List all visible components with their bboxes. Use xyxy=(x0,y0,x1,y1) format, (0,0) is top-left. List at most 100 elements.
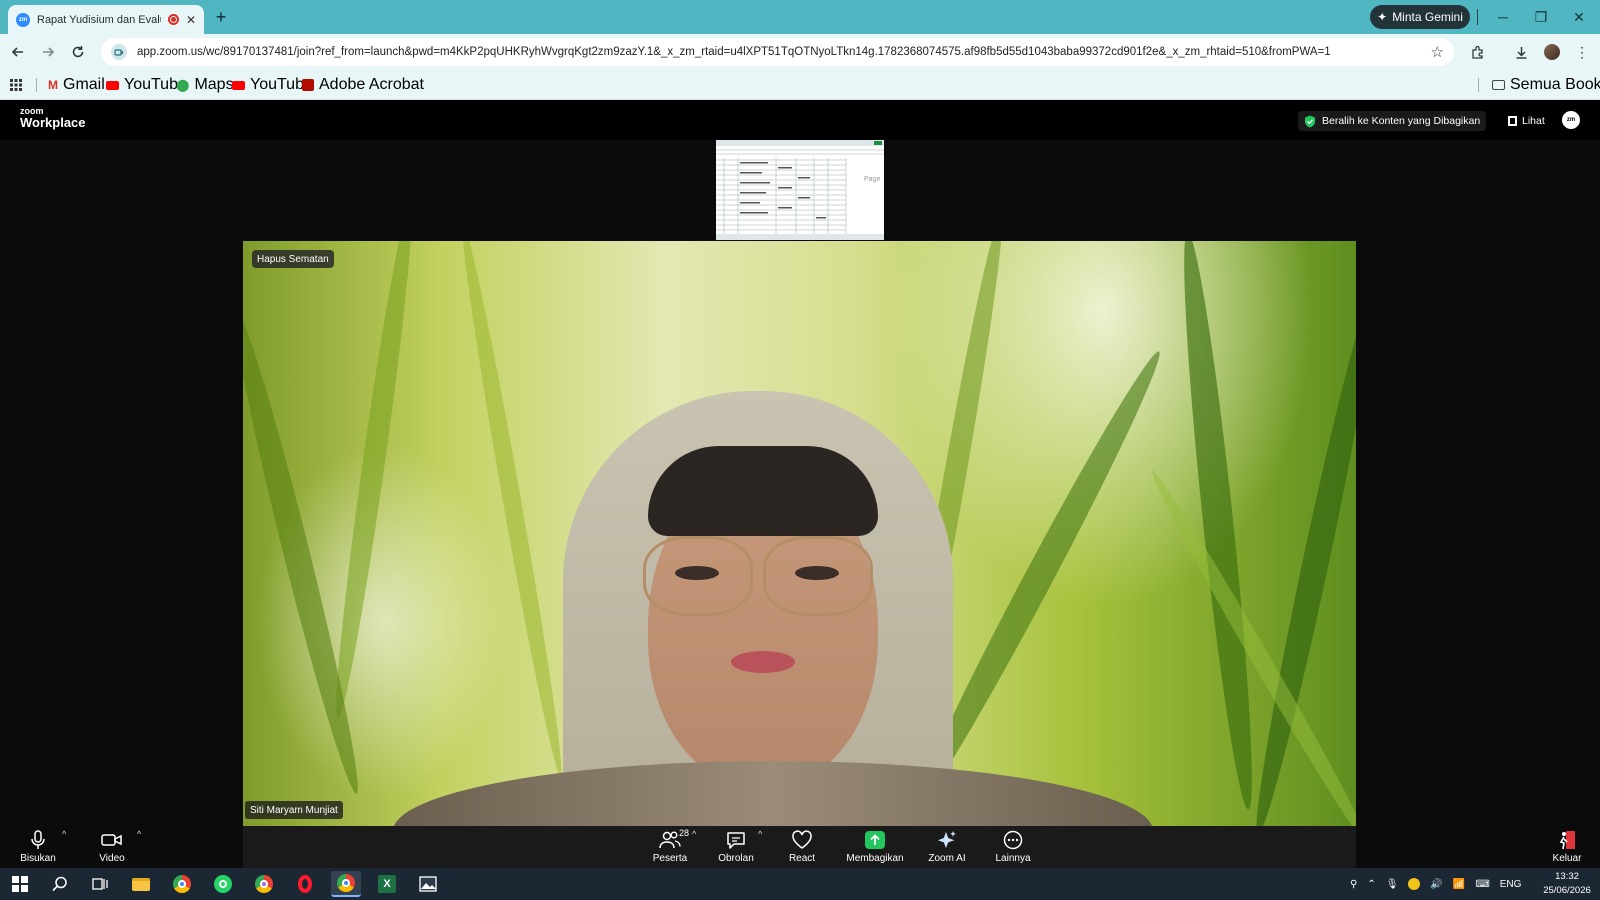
bookmark-youtube-2[interactable]: YouTube xyxy=(232,76,313,94)
participant-video[interactable] xyxy=(243,241,1356,826)
participant-name-label: Siti Maryam Munjiat xyxy=(245,801,343,819)
chrome-profile-icon[interactable] xyxy=(249,871,279,897)
youtube-icon xyxy=(106,80,119,90)
video-options-caret[interactable]: ^ xyxy=(137,829,141,839)
participant-count: 28 xyxy=(679,828,690,838)
security-tray-icon[interactable] xyxy=(1408,878,1421,890)
chrome-active-icon[interactable] xyxy=(331,871,361,897)
video-label: Video xyxy=(99,853,125,864)
taskbar-clock[interactable]: 13:32 25/06/2026 xyxy=(1538,870,1596,898)
unpin-button[interactable]: Hapus Sematan xyxy=(252,250,334,268)
bookmark-adobe-acrobat[interactable]: Adobe Acrobat xyxy=(302,76,424,94)
thumbnail-page-text: Page xyxy=(864,176,881,183)
whatsapp-icon[interactable] xyxy=(208,871,238,897)
leave-door-icon xyxy=(1559,831,1575,850)
bookmark-maps[interactable]: ⬤ Maps xyxy=(176,76,234,94)
forward-button[interactable] xyxy=(36,40,60,64)
window-close-icon[interactable]: ✕ xyxy=(1562,4,1596,30)
tab-strip-divider xyxy=(1477,9,1478,25)
gemini-label: Minta Gemini xyxy=(1392,10,1463,24)
zoom-account-avatar[interactable]: zm xyxy=(1562,111,1580,129)
chat-button[interactable]: Obrolan xyxy=(710,826,762,868)
profile-avatar[interactable] xyxy=(1540,40,1564,64)
more-dots-icon xyxy=(1003,830,1023,850)
keyboard-icon[interactable]: ⌨ xyxy=(1475,879,1489,890)
shared-screen-thumbnail[interactable]: Page xyxy=(716,140,884,240)
share-screen-icon xyxy=(865,831,885,849)
folder-icon xyxy=(1492,80,1505,90)
leave-button[interactable]: Keluar xyxy=(1544,826,1590,868)
new-tab-button[interactable]: + xyxy=(210,6,232,28)
tab-close-icon[interactable]: ✕ xyxy=(186,13,196,27)
microphone-icon xyxy=(31,830,45,849)
participants-icon xyxy=(659,831,681,849)
zoom-ai-button[interactable]: Zoom AI xyxy=(922,826,972,868)
excel-icon[interactable]: X xyxy=(372,871,402,897)
file-explorer-icon[interactable] xyxy=(126,871,156,897)
address-bar[interactable]: app.zoom.us/wc/89170137481/join?ref_from… xyxy=(101,38,1454,66)
share-button[interactable]: Membagikan xyxy=(842,826,908,868)
camera-icon xyxy=(101,834,122,846)
audio-options-caret[interactable]: ^ xyxy=(62,829,66,839)
browser-tab[interactable]: zm Rapat Yudisium dan Evaluasi ✕ xyxy=(8,5,204,34)
reload-button[interactable] xyxy=(66,40,90,64)
view-button[interactable]: Lihat xyxy=(1508,111,1545,131)
clock-date: 25/06/2026 xyxy=(1543,885,1591,896)
all-bookmarks-button[interactable]: Semua Bookmark xyxy=(1492,76,1600,94)
show-hidden-icons-icon[interactable]: ⌃ xyxy=(1367,879,1375,890)
task-view-icon[interactable] xyxy=(85,871,115,897)
mute-label: Bisukan xyxy=(20,853,56,864)
minimize-icon[interactable]: ─ xyxy=(1486,4,1520,30)
accessibility-icon[interactable]: ⚲ xyxy=(1350,879,1357,890)
language-indicator[interactable]: ENG xyxy=(1500,879,1522,890)
bookmark-label: Adobe Acrobat xyxy=(319,76,424,93)
react-button[interactable]: React xyxy=(778,826,826,868)
apps-grid-icon[interactable] xyxy=(10,76,22,94)
back-button[interactable] xyxy=(6,40,30,64)
gemini-sparkle-icon: ✦ xyxy=(1377,10,1388,24)
react-label: React xyxy=(788,853,816,864)
volume-icon[interactable]: 🔊 xyxy=(1430,879,1442,890)
bookmarks-divider xyxy=(1478,78,1479,92)
view-grid-icon xyxy=(1508,116,1517,126)
chat-label: Obrolan xyxy=(718,853,754,864)
share-label: Membagikan xyxy=(846,853,904,864)
zoom-workplace-logo: zoom Workplace xyxy=(20,107,86,130)
browser-menu-icon[interactable]: ⋮ xyxy=(1570,40,1594,64)
url-text: app.zoom.us/wc/89170137481/join?ref_from… xyxy=(137,46,1331,58)
switch-to-shared-content-button[interactable]: Beralih ke Konten yang Dibagikan xyxy=(1298,111,1487,131)
logo-bottom: Workplace xyxy=(20,115,86,130)
bookmark-youtube[interactable]: YouTube xyxy=(106,76,187,94)
all-bookmarks-label: Semua Bookmark xyxy=(1510,76,1600,93)
clock-time: 13:32 xyxy=(1555,871,1579,882)
mute-button[interactable]: Bisukan xyxy=(14,826,62,868)
chrome-icon[interactable] xyxy=(167,871,197,897)
opera-icon[interactable] xyxy=(290,871,320,897)
youtube-icon xyxy=(232,80,245,90)
search-icon[interactable] xyxy=(45,871,75,897)
chat-bubble-icon xyxy=(727,832,745,849)
participants-label: Peserta xyxy=(652,853,688,864)
download-icon[interactable] xyxy=(1509,40,1533,64)
chat-options-caret[interactable]: ^ xyxy=(758,829,762,839)
restore-icon[interactable]: ❐ xyxy=(1524,4,1558,30)
shield-check-icon xyxy=(1304,115,1316,128)
bookmark-gmail[interactable]: M Gmail xyxy=(48,76,105,94)
photos-icon[interactable] xyxy=(413,871,443,897)
extensions-icon[interactable] xyxy=(1465,40,1489,64)
video-button[interactable]: Video xyxy=(88,826,136,868)
gmail-icon: M xyxy=(48,78,58,92)
site-info-icon[interactable] xyxy=(111,44,127,60)
participants-options-caret[interactable]: ^ xyxy=(692,829,696,839)
view-label: Lihat xyxy=(1522,115,1545,127)
maps-pin-icon: ⬤ xyxy=(176,78,190,92)
recording-icon xyxy=(167,14,179,25)
bookmark-star-icon[interactable]: ☆ xyxy=(1431,43,1444,61)
wifi-icon[interactable]: 📶 xyxy=(1453,879,1465,890)
heart-icon xyxy=(792,830,812,849)
gemini-button[interactable]: ✦ Minta Gemini xyxy=(1370,5,1470,29)
more-button[interactable]: Lainnya xyxy=(988,826,1038,868)
windows-start-icon[interactable] xyxy=(5,871,35,897)
tab-title: Rapat Yudisium dan Evaluasi xyxy=(37,13,161,26)
microphone-tray-icon[interactable]: 🎙 xyxy=(1386,879,1399,890)
